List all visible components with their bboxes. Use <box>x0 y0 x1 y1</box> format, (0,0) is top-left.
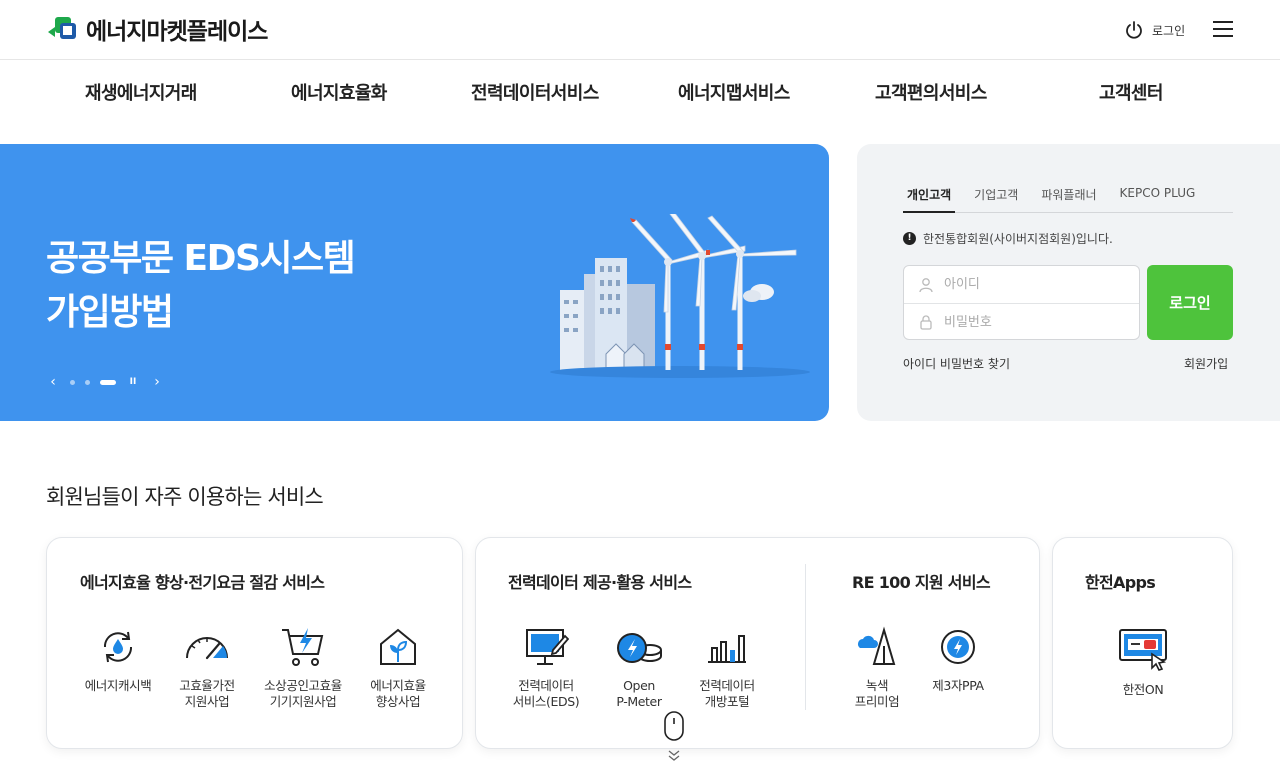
nav-item-energy-map-service[interactable]: 에너지맵서비스 <box>678 79 790 105</box>
kepco-on-app-icon <box>1119 629 1167 671</box>
password-input[interactable] <box>944 314 1124 330</box>
card-title-apps: 한전Apps <box>1085 573 1156 592</box>
login-tabs: 개인고객 기업고객 파워플래너 KEPCO PLUG <box>903 186 1233 213</box>
service-kepco-on[interactable]: 한전ON <box>1095 626 1191 698</box>
logo-icon <box>48 17 76 39</box>
gauge-icon <box>186 637 228 660</box>
nav-item-power-data-service[interactable]: 전력데이터서비스 <box>471 79 599 105</box>
hero-title-line1: 공공부문 EDS시스템 <box>46 238 356 279</box>
service-label: 전력데이터 서비스(EDS) <box>512 678 580 709</box>
house-sprout-icon <box>380 628 416 665</box>
slide-dot-2[interactable] <box>85 379 90 385</box>
password-field-row <box>904 303 1139 340</box>
service-small-business-equipment[interactable]: 소상공인고효율 기기지원사업 <box>255 626 351 710</box>
service-energy-cashback[interactable]: 에너지캐시백 <box>70 626 166 694</box>
mouse-scroll-icon <box>664 711 684 761</box>
service-label: 제3자PPA <box>932 678 984 693</box>
login-submit-button[interactable]: 로그인 <box>1147 265 1233 340</box>
login-notice: ! 한전통합회원(사이버지점회원)입니다. <box>903 230 1113 247</box>
hero-title: 공공부문 EDS시스템 가입방법 <box>46 232 356 340</box>
bar-chart-icon <box>708 635 746 663</box>
card-title-re100: RE 100 지원 서비스 <box>852 573 991 592</box>
logo-text: 에너지마켓플레이스 <box>86 19 268 45</box>
nav-item-customer-center[interactable]: 고객센터 <box>1099 79 1163 105</box>
card-title: 에너지효율 향상·전기요금 절감 서비스 <box>80 573 325 592</box>
tab-business-customer[interactable]: 기업고객 <box>970 186 1022 213</box>
monitor-pen-icon <box>526 629 569 665</box>
power-data-and-re100-card: 전력데이터 제공·활용 서비스 RE 100 지원 서비스 전력데이터 서비스(… <box>475 537 1040 749</box>
main-nav: 재생에너지거래 에너지효율화 전력데이터서비스 에너지맵서비스 고객편의서비스 … <box>0 60 1280 120</box>
bolt-cycle-icon <box>941 630 975 664</box>
nav-item-customer-convenience[interactable]: 고객편의서비스 <box>875 79 987 105</box>
service-label: 에너지캐시백 <box>84 678 152 693</box>
hero-title-line2: 가입방법 <box>46 292 174 333</box>
hero-banner[interactable]: 공공부문 EDS시스템 가입방법 ‹ II › <box>0 144 829 421</box>
card-divider <box>805 564 806 710</box>
service-third-party-ppa[interactable]: 제3자PPA <box>910 626 1006 694</box>
id-field-row <box>904 266 1139 303</box>
coin-bolt-icon <box>617 633 662 663</box>
header-login-button[interactable]: 로그인 <box>1124 20 1185 40</box>
id-input[interactable] <box>944 277 1124 292</box>
lock-icon <box>920 315 932 330</box>
service-eds[interactable]: 전력데이터 서비스(EDS) <box>498 626 594 710</box>
tree-cloud-icon <box>858 626 896 665</box>
header-login-label: 로그인 <box>1152 23 1186 38</box>
shopping-cart-bolt-icon <box>282 628 324 666</box>
find-id-password-link[interactable]: 아이디 비밀번호 찾기 <box>903 355 1010 372</box>
services-section-title: 회원님들이 자주 이용하는 서비스 <box>46 485 324 509</box>
power-icon <box>1126 21 1142 39</box>
service-power-data-open-portal[interactable]: 전력데이터 개방포털 <box>679 626 775 710</box>
next-slide-button[interactable]: › <box>150 374 164 390</box>
service-label: 고효율가전 지원사업 <box>179 678 235 709</box>
water-drop-cycle-icon <box>103 631 133 663</box>
login-notice-text: 한전통합회원(사이버지점회원)입니다. <box>923 232 1113 246</box>
service-energy-efficiency-improvement[interactable]: 에너지효율 향상사업 <box>350 626 446 710</box>
login-panel: 개인고객 기업고객 파워플래너 KEPCO PLUG ! 한전통합회원(사이버지… <box>857 144 1280 421</box>
energy-efficiency-services-card: 에너지효율 향상·전기요금 절감 서비스 에너지캐시백 고효율가전 지원사업 소… <box>46 537 463 749</box>
top-header: 에너지마켓플레이스 로그인 <box>0 0 1280 60</box>
hero-slider-controls: ‹ II › <box>46 374 164 390</box>
service-high-efficiency-appliance[interactable]: 고효율가전 지원사업 <box>159 626 255 710</box>
slide-dot-1[interactable] <box>70 379 75 385</box>
hamburger-menu-icon[interactable] <box>1213 21 1233 37</box>
service-open-p-meter[interactable]: Open P-Meter <box>591 626 687 710</box>
scroll-down-indicator[interactable] <box>664 711 684 767</box>
service-label: 소상공인고효율 기기지원사업 <box>264 678 342 709</box>
prev-slide-button[interactable]: ‹ <box>46 374 60 390</box>
kepco-apps-card: 한전Apps 한전ON <box>1052 537 1233 749</box>
tab-power-planner[interactable]: 파워플래너 <box>1037 186 1100 213</box>
pause-slide-button[interactable]: II <box>126 377 140 387</box>
sign-up-link[interactable]: 회원가입 <box>1184 355 1228 372</box>
nav-item-energy-efficiency[interactable]: 에너지효율화 <box>291 79 387 105</box>
tab-kepco-plug[interactable]: KEPCO PLUG <box>1116 186 1200 213</box>
tab-personal-customer[interactable]: 개인고객 <box>903 186 956 213</box>
user-icon <box>919 277 933 292</box>
nav-item-renewable-trading[interactable]: 재생에너지거래 <box>85 79 197 105</box>
login-inputs <box>903 265 1140 340</box>
service-label: 전력데이터 개방포털 <box>699 678 755 709</box>
service-label: 한전ON <box>1122 682 1164 697</box>
service-label: 에너지효율 향상사업 <box>370 678 426 709</box>
info-icon: ! <box>903 232 916 245</box>
service-label: Open P-Meter <box>616 678 662 709</box>
card-title-power-data: 전력데이터 제공·활용 서비스 <box>508 573 692 592</box>
site-logo[interactable]: 에너지마켓플레이스 <box>46 12 268 46</box>
slide-dot-3[interactable] <box>100 379 116 385</box>
wind-turbine-city-illustration <box>550 214 810 378</box>
